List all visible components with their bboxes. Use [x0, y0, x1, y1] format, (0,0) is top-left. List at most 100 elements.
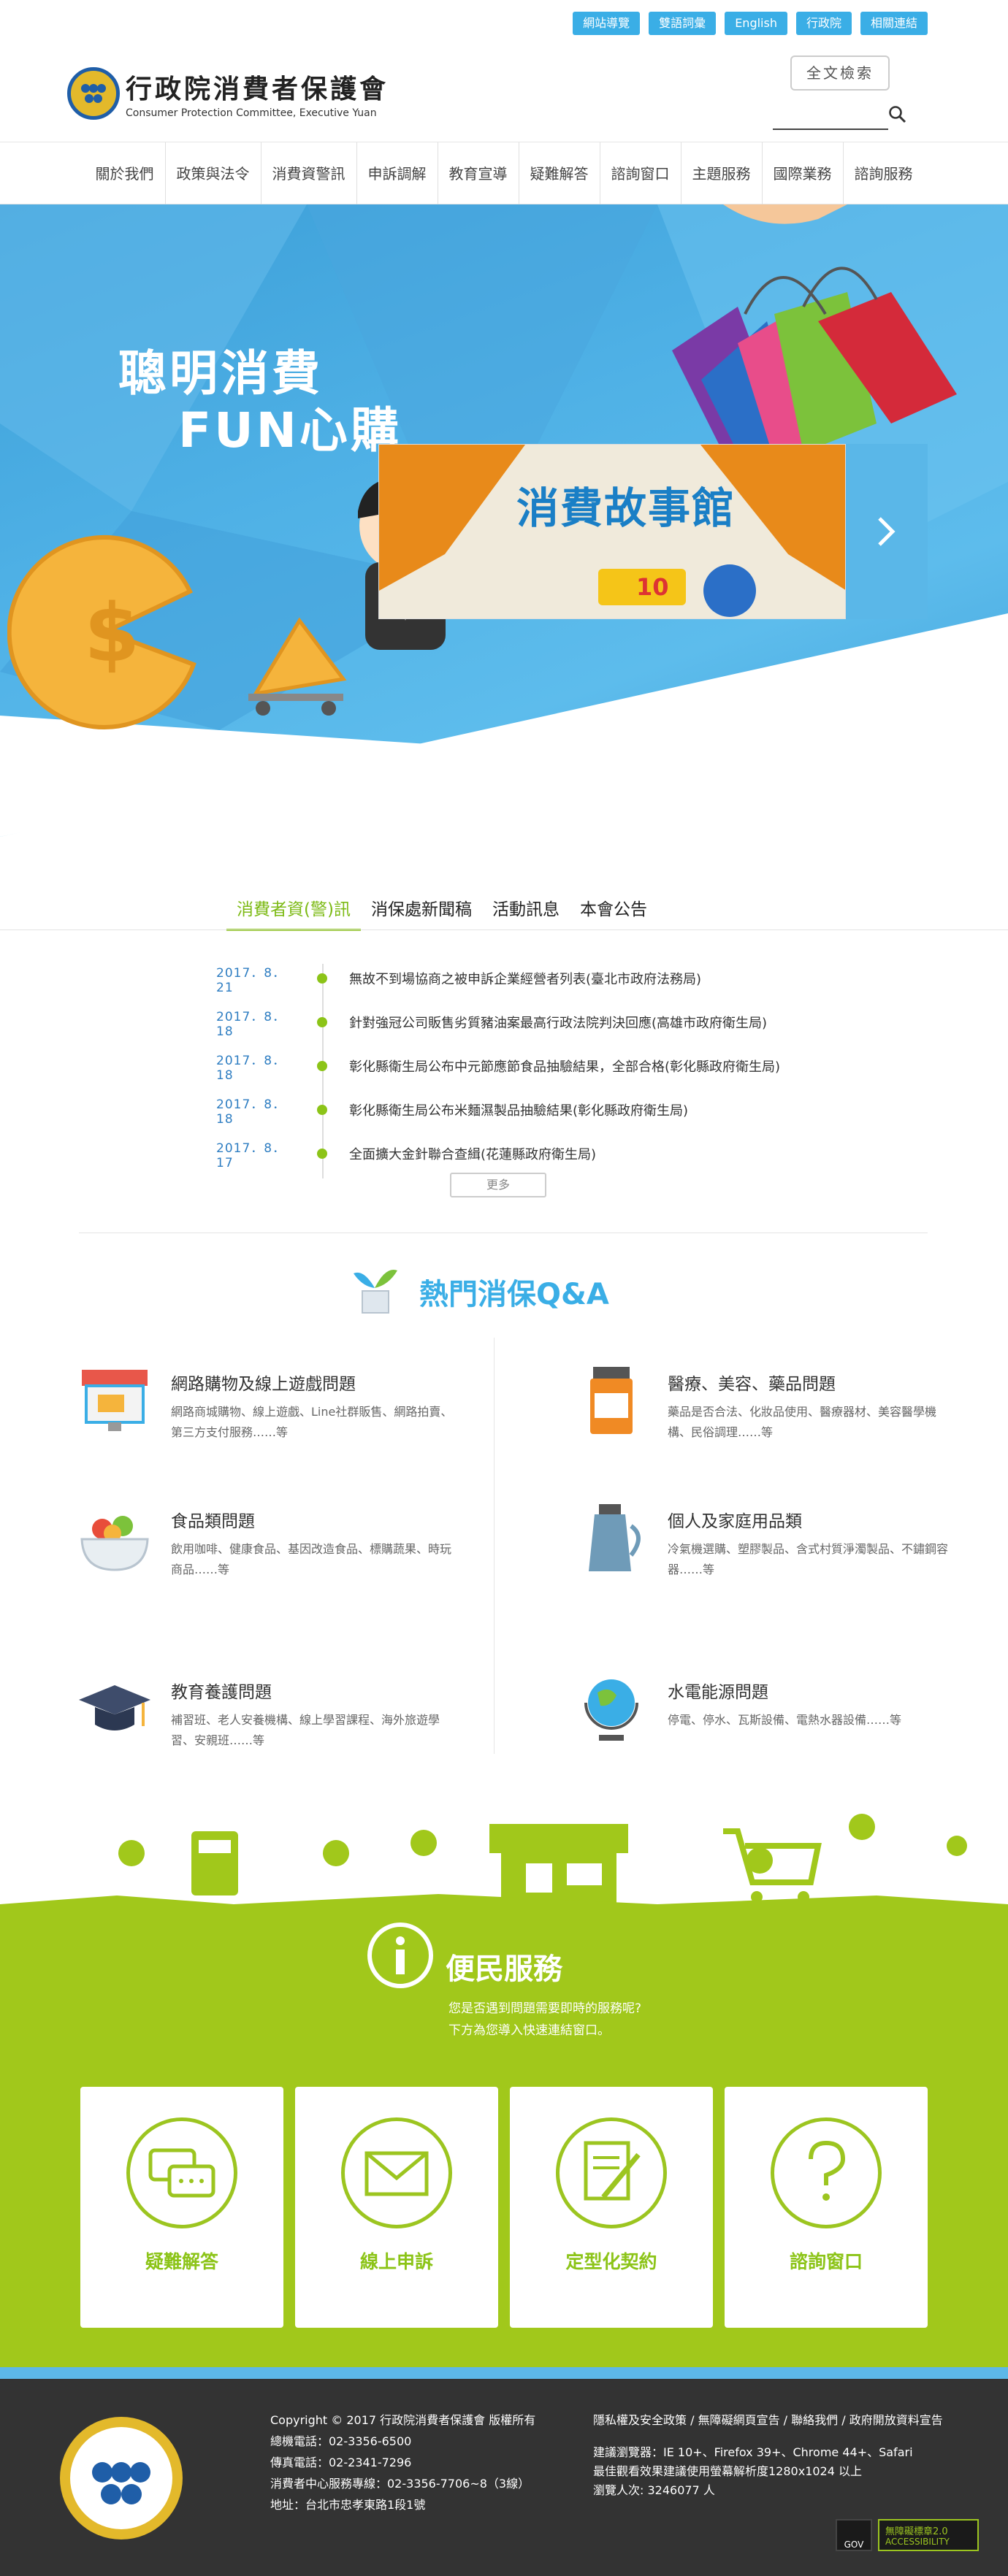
news-date: 2017．8．21: [216, 965, 286, 995]
news-title[interactable]: 無故不到場協商之被申訴企業經營者列表(臺北市政府法務局): [349, 969, 701, 988]
footer-logo-emblem: [60, 2417, 183, 2539]
list-item[interactable]: 2017．8．18 針對強冠公司販售劣質豬油案最高行政法院判決回應(高雄市政府衛…: [216, 1000, 767, 1044]
list-item[interactable]: 2017．8．17 全面擴大金針聯合查緝(花蓮縣政府衛生局): [216, 1132, 596, 1176]
gov-badge[interactable]: GOV: [836, 2519, 872, 2551]
search-input[interactable]: [773, 129, 888, 130]
footer-resolution: 最佳觀看效果建議使用螢幕解析度1280x1024 以上: [593, 2464, 862, 2478]
footer-copyright: Copyright © 2017 行政院消費者保護會 版權所有: [270, 2413, 536, 2427]
footer-phone: 總機電話：02-3356-6500: [270, 2434, 412, 2448]
news-date: 2017．8．18: [216, 1097, 286, 1127]
news-date: 2017．8．18: [216, 1053, 286, 1083]
food-bowl-icon: [80, 1516, 149, 1571]
nav-alerts[interactable]: 消費資警訊: [261, 142, 357, 205]
logo-emblem: [67, 67, 120, 120]
shopping-illustration-strip: [0, 1814, 1008, 1912]
english-link[interactable]: English: [725, 12, 787, 35]
news-title[interactable]: 彰化縣衛生局公布中元節應節食品抽驗結果，全部合格(彰化縣政府衛生局): [349, 1057, 780, 1076]
sprout-box-icon: [354, 1270, 397, 1314]
nav-consulting[interactable]: 諮詢窗口: [600, 142, 681, 205]
site-logo[interactable]: 行政院消費者保護會 Consumer Protection Committee,…: [67, 67, 389, 120]
footer-link-privacy[interactable]: 隱私權及安全政策: [593, 2413, 687, 2427]
site-map-link[interactable]: 網站導覽: [573, 12, 641, 35]
qa-item-title: 網路購物及線上遊戲問題: [171, 1375, 356, 1394]
service-card-online-complaint[interactable]: 線上申訴: [295, 2087, 498, 2328]
nav-education[interactable]: 教育宣導: [438, 142, 519, 205]
qa-divider: [494, 1338, 495, 1754]
service-subtitle-line2: 下方為您導入快速連結窗口。: [448, 2023, 610, 2038]
chevron-right-icon: [878, 517, 896, 546]
accessibility-badge-sub: ACCESSIBILITY: [885, 2537, 950, 2547]
executive-yuan-link[interactable]: 行政院: [795, 12, 852, 35]
news-title[interactable]: 全面擴大金針聯合查緝(花蓮縣政府衛生局): [349, 1144, 596, 1163]
timeline-dot: [317, 1017, 327, 1027]
footer-link-contact[interactable]: 聯絡我們: [791, 2413, 838, 2427]
footer-address: 地址：台北市忠孝東路1段1號: [270, 2498, 426, 2512]
nav-policy[interactable]: 政策與法令: [166, 142, 261, 205]
qa-item-desc: 冷氣機選購、塑膠製品、含式村質淨濁製品、不鏽鋼容器……等: [668, 1542, 949, 1576]
service-card-faq[interactable]: 疑難解答: [80, 2087, 283, 2328]
related-links-link[interactable]: 相關連結: [860, 12, 928, 35]
news-title[interactable]: 彰化縣衛生局公布米麵濕製品抽驗結果(彰化縣政府衛生局): [349, 1100, 688, 1119]
news-list: 2017．8．21 無故不到場協商之被申訴企業經營者列表(臺北市政府法務局) 2…: [216, 957, 780, 1176]
full-text-search-button[interactable]: 全文檢索: [790, 55, 890, 91]
qa-item-desc: 補習班、老人安養機構、線上學習課程、海外旅遊學習、安親班……等: [171, 1713, 440, 1747]
footer-links: 隱私權及安全政策 / 無障礙網頁宣告 / 聯絡我們 / 政府開放資料宣告: [593, 2413, 943, 2427]
tab-consumer-alerts[interactable]: 消費者資(警)訊: [226, 889, 361, 931]
qa-item-desc: 網路商城購物、線上遊戲、Line社群販售、網路拍賣、第三方支付服務……等: [171, 1405, 453, 1439]
nav-topics[interactable]: 主題服務: [681, 142, 763, 205]
nav-services[interactable]: 諮詢服務: [844, 142, 924, 205]
nav-complaints[interactable]: 申訴調解: [357, 142, 438, 205]
qa-item-title: 教育養護問題: [171, 1683, 272, 1702]
service-subtitle-line1: 您是否遇到問題需要即時的服務呢?: [448, 2001, 642, 2016]
featured-slide-card[interactable]: 消費故事館 10: [378, 444, 846, 619]
footer-fax: 傳真電話：02-2341-7296: [270, 2456, 412, 2469]
hero-slogan-line2: FUN心購: [178, 402, 402, 459]
accessibility-badge[interactable]: 無障礙標章2.0 ACCESSIBILITY: [878, 2519, 979, 2551]
list-item[interactable]: 2017．8．18 彰化縣衛生局公布中元節應節食品抽驗結果，全部合格(彰化縣政府…: [216, 1044, 780, 1088]
qa-item-title: 水電能源問題: [668, 1683, 768, 1702]
info-icon: [367, 1923, 433, 1988]
tab-events[interactable]: 活動訊息: [482, 889, 570, 931]
page: { "top_links": ["網站導覽", "雙語詞彙", "English…: [0, 0, 1008, 2576]
slide-next-button[interactable]: [846, 444, 928, 619]
service-card-consultation[interactable]: 諮詢窗口: [725, 2087, 928, 2328]
tabs-divider: [0, 929, 1008, 930]
medicine-bottle-icon: [590, 1367, 633, 1434]
timeline-dot: [317, 1105, 327, 1115]
list-item[interactable]: 2017．8．18 彰化縣衛生局公布米麵濕製品抽驗結果(彰化縣政府衛生局): [216, 1088, 688, 1132]
glossary-link[interactable]: 雙語詞彙: [649, 12, 717, 35]
nav-international[interactable]: 國際業務: [763, 142, 844, 205]
footer-browser-info: 建議瀏覽器：IE 10+、Firefox 39+、Chrome 44+、Safa…: [593, 2443, 913, 2500]
news-title[interactable]: 針對強冠公司販售劣質豬油案最高行政法院判決回應(高雄市政府衛生局): [349, 1013, 767, 1032]
coin-slice-cart-illustration: [248, 617, 347, 716]
document-pen-icon: [556, 2117, 667, 2228]
svg-text:$: $: [84, 586, 140, 680]
service-subtitle: 您是否遇到問題需要即時的服務呢? 下方為您導入快速連結窗口。: [448, 1998, 641, 2042]
service-title: 便民服務: [446, 1952, 562, 1986]
qa-item-title: 個人及家庭用品類: [668, 1512, 802, 1531]
tab-announcements[interactable]: 本會公告: [570, 889, 657, 931]
news-date: 2017．8．17: [216, 1141, 286, 1170]
more-news-button[interactable]: 更多: [450, 1173, 546, 1197]
footer-link-open-data[interactable]: 政府開放資料宣告: [849, 2413, 943, 2427]
tab-press-releases[interactable]: 消保處新聞稿: [361, 889, 482, 931]
footer-visitors: 瀏覽人次: 3246077 人: [593, 2483, 715, 2497]
qa-section-title: 熱門消保Q&A: [419, 1278, 609, 1311]
graduation-cap-icon: [79, 1685, 150, 1730]
coin-pacman-illustration: $: [7, 535, 196, 729]
top-links: 網站導覽 雙語詞彙 English 行政院 相關連結: [573, 12, 928, 35]
footer-top-strip: [0, 2367, 1008, 2379]
service-card-label: 線上申訴: [359, 2251, 433, 2272]
search-icon[interactable]: [888, 105, 907, 124]
service-card-label: 諮詢窗口: [789, 2251, 863, 2272]
timeline-dot: [317, 1061, 327, 1071]
logo-title-cn: 行政院消費者保護會: [126, 74, 389, 104]
nav-faq[interactable]: 疑難解答: [519, 142, 600, 205]
qa-item-title: 醫療、美容、藥品問題: [668, 1375, 836, 1394]
service-card-contracts[interactable]: 定型化契約: [510, 2087, 713, 2328]
footer-link-accessibility[interactable]: 無障礙網頁宣告: [698, 2413, 780, 2427]
list-item[interactable]: 2017．8．21 無故不到場協商之被申訴企業經營者列表(臺北市政府法務局): [216, 957, 701, 1000]
nav-about[interactable]: 關於我們: [85, 142, 166, 205]
slide-card-badge: 10: [636, 573, 669, 601]
footer-hotline: 消費者中心服務專線：02-3356-7706~8（3線）: [270, 2477, 530, 2491]
